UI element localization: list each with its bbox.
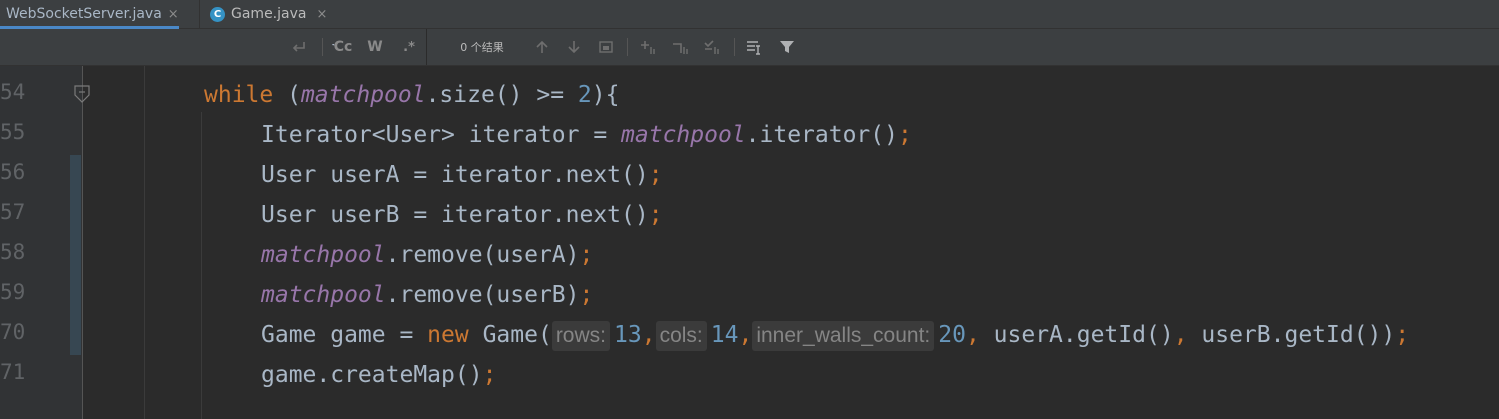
line-number: 58 bbox=[0, 240, 26, 264]
editor-tab-bar: WebSocketServer.java × C Game.java × bbox=[0, 0, 1499, 29]
tab-label: Game.java bbox=[231, 6, 307, 22]
line-number: 71 bbox=[0, 360, 26, 384]
semicolon: ; bbox=[579, 282, 594, 308]
code-text: .iterator() bbox=[745, 122, 898, 148]
comma: , bbox=[965, 322, 980, 348]
field-ref: matchpool bbox=[300, 82, 426, 108]
next-occurrence-icon[interactable] bbox=[564, 29, 584, 65]
code-text: userB.getId()) bbox=[1187, 322, 1396, 348]
close-icon[interactable]: × bbox=[316, 7, 327, 22]
code-line-partial: ·.· ( · · · ·); bbox=[200, 44, 560, 66]
semicolon: ; bbox=[897, 122, 912, 148]
code-line-68[interactable]: matchpool.remove(userA); bbox=[261, 235, 593, 275]
keyword: while bbox=[204, 82, 274, 108]
partial-code-text: ·.· ( · · · ·); bbox=[200, 44, 560, 48]
remove-occurrence-icon[interactable] bbox=[668, 29, 692, 65]
code-text: game.createMap() bbox=[261, 362, 483, 388]
toolbar-separator bbox=[627, 38, 628, 56]
line-number: 55 bbox=[0, 120, 26, 144]
tab-game[interactable]: C Game.java × bbox=[210, 0, 327, 28]
tab-divider bbox=[199, 0, 200, 28]
comma: , bbox=[1173, 322, 1188, 348]
line-number: 57 bbox=[0, 200, 26, 224]
line-number: 54 bbox=[0, 80, 26, 104]
code-text: ){ bbox=[591, 82, 620, 108]
java-class-icon: C bbox=[210, 6, 225, 22]
code-text: Game( bbox=[468, 322, 552, 348]
tab-websocketserver[interactable]: WebSocketServer.java × bbox=[0, 0, 179, 29]
number-literal: 13 bbox=[614, 322, 642, 348]
code-line-70[interactable]: Game game = new Game(rows: 13, cols: 14, inn… bbox=[261, 315, 1409, 355]
code-text: Iterator<User> iterator = bbox=[261, 122, 622, 148]
semicolon: ; bbox=[482, 362, 497, 388]
field-ref: matchpool bbox=[261, 282, 386, 308]
add-occurrence-icon[interactable] bbox=[636, 29, 660, 65]
indent-guide bbox=[201, 112, 202, 419]
filter-icon[interactable] bbox=[776, 29, 798, 65]
parameter-hint: inner_walls_count: bbox=[752, 320, 935, 351]
code-line-66[interactable]: User userA = iterator.next(); bbox=[261, 155, 663, 195]
code-text: .remove(userB) bbox=[385, 282, 580, 308]
comma: , bbox=[641, 322, 656, 348]
code-text: User userA = iterator.next() bbox=[261, 162, 649, 188]
code-text: Game game = bbox=[261, 322, 428, 348]
parameter-hint: rows: bbox=[551, 320, 610, 351]
tab-label: WebSocketServer.java bbox=[6, 6, 162, 22]
toolbar-separator bbox=[734, 38, 735, 56]
keyword: new bbox=[427, 322, 469, 348]
code-text: .size() >= bbox=[425, 82, 578, 108]
code-text: User userB = iterator.next() bbox=[261, 202, 649, 228]
filter-search-results-icon[interactable] bbox=[742, 29, 766, 65]
code-line-64[interactable]: while (matchpool.size() >= 2){ bbox=[204, 75, 619, 115]
number-literal: 2 bbox=[577, 82, 592, 108]
select-all-occurrences-icon[interactable] bbox=[596, 29, 616, 65]
exclude-occurrence-icon[interactable] bbox=[700, 29, 724, 65]
vcs-change-marker[interactable] bbox=[70, 155, 81, 355]
number-literal: 14 bbox=[710, 322, 739, 348]
line-number: 56 bbox=[0, 160, 26, 184]
line-number: 59 bbox=[0, 280, 26, 304]
code-line-69[interactable]: matchpool.remove(userB); bbox=[261, 275, 593, 315]
indent-guide bbox=[144, 66, 145, 419]
code-text: ( bbox=[273, 82, 301, 108]
semicolon: ; bbox=[579, 242, 594, 268]
field-ref: matchpool bbox=[261, 242, 386, 268]
code-line-67[interactable]: User userB = iterator.next(); bbox=[261, 195, 663, 235]
number-literal: 20 bbox=[938, 322, 966, 348]
comma: , bbox=[738, 322, 753, 348]
code-line-71[interactable]: game.createMap(); bbox=[261, 355, 496, 395]
code-text: userA.getId() bbox=[979, 322, 1174, 348]
semicolon: ; bbox=[1395, 322, 1410, 348]
field-ref: matchpool bbox=[621, 122, 746, 148]
semicolon: ; bbox=[648, 162, 663, 188]
code-line-65[interactable]: Iterator<User> iterator = matchpool.iter… bbox=[261, 115, 912, 155]
close-icon[interactable]: × bbox=[168, 7, 179, 22]
gutter-divider bbox=[82, 66, 83, 419]
line-number: 70 bbox=[0, 320, 26, 344]
semicolon: ; bbox=[648, 202, 663, 228]
code-text: .remove(userA) bbox=[385, 242, 580, 268]
fold-icon[interactable] bbox=[74, 85, 90, 103]
parameter-hint: cols: bbox=[655, 320, 707, 351]
